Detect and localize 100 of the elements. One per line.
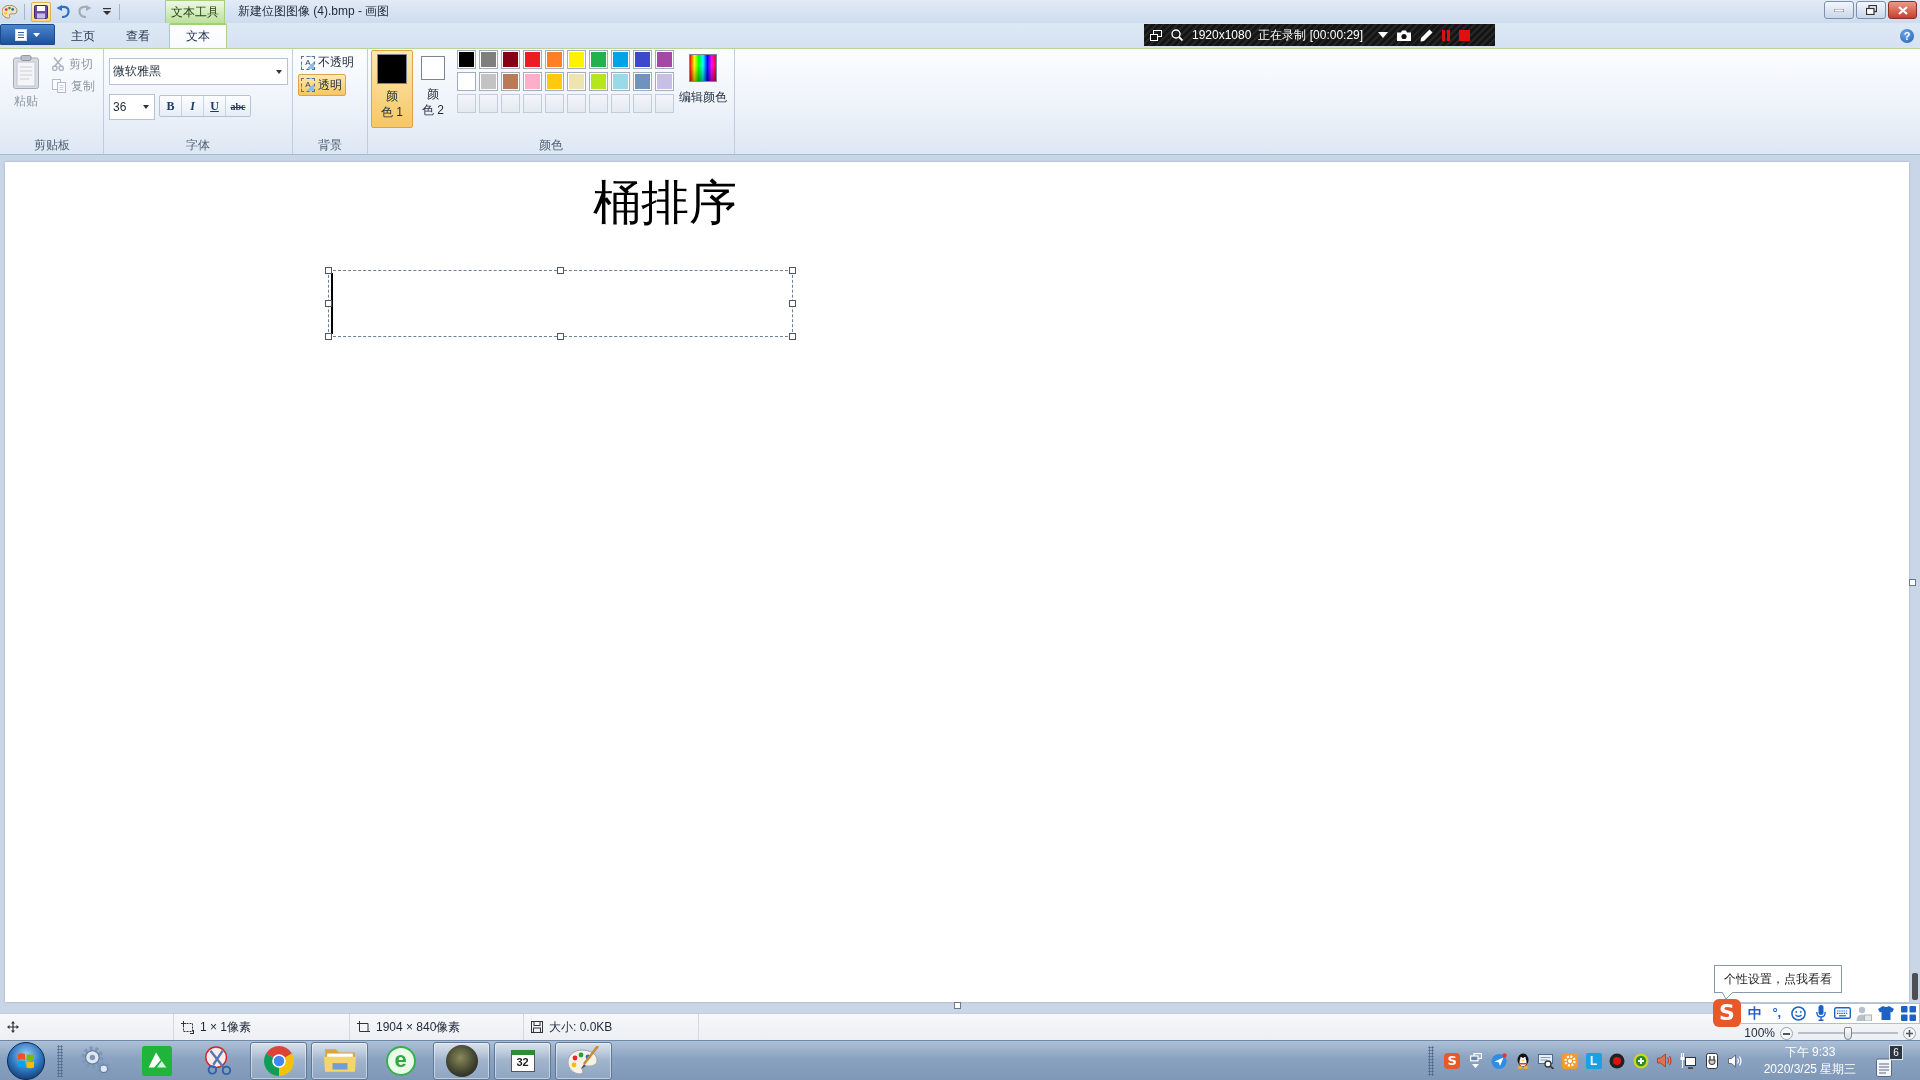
window-icon[interactable] — [1150, 29, 1162, 41]
empty-color-slot[interactable] — [633, 94, 652, 113]
empty-color-slot[interactable] — [611, 94, 630, 113]
color-swatch[interactable] — [501, 50, 520, 69]
stop-icon[interactable] — [1459, 29, 1471, 41]
color-swatch[interactable] — [523, 50, 542, 69]
color-swatch[interactable] — [545, 72, 564, 91]
color-swatch[interactable] — [479, 72, 498, 91]
edit-colors-button[interactable]: 编辑颜色 — [677, 50, 729, 106]
resize-handle[interactable] — [325, 333, 332, 340]
record-icon[interactable] — [1609, 1052, 1626, 1069]
group-label: 背景 — [317, 137, 343, 154]
empty-color-slot[interactable] — [655, 94, 674, 113]
color-swatch[interactable] — [633, 72, 652, 91]
search-icon[interactable] — [1171, 29, 1183, 41]
taskbar-button[interactable] — [311, 1041, 368, 1080]
plus-circle-icon[interactable] — [1632, 1052, 1649, 1069]
color-swatch[interactable] — [655, 72, 674, 91]
undo-arrow-icon — [56, 5, 70, 18]
zoom-out-button[interactable] — [1780, 1027, 1793, 1040]
penguin-icon[interactable] — [1515, 1052, 1530, 1069]
underline-button[interactable]: U — [204, 96, 226, 116]
color-slot-button[interactable]: 颜色 2 — [418, 50, 448, 128]
restore-button[interactable] — [1856, 1, 1886, 19]
background-option[interactable]: A 不透明 — [298, 53, 358, 72]
zoom-in-button[interactable] — [1903, 1027, 1916, 1040]
punctuation-toggle[interactable]: °, — [1772, 1005, 1782, 1021]
smiley-icon[interactable] — [1791, 1005, 1807, 1021]
shirt-icon[interactable] — [1878, 1006, 1895, 1020]
resize-handle[interactable] — [789, 300, 796, 307]
color-swatch[interactable] — [655, 50, 674, 69]
resize-handle[interactable] — [557, 267, 564, 274]
paper-plane-icon[interactable] — [1491, 1052, 1508, 1069]
canvas-resize-handle[interactable] — [954, 1002, 961, 1009]
ribbon-tab[interactable]: 查看 — [114, 24, 162, 48]
empty-color-slot[interactable] — [501, 94, 520, 113]
camera-icon[interactable] — [1397, 29, 1412, 41]
ribbon-tab[interactable]: 主页 — [59, 24, 107, 48]
gear-icon[interactable] — [1562, 1052, 1579, 1069]
color-swatch[interactable] — [479, 50, 498, 69]
color-swatch[interactable] — [457, 50, 476, 69]
color-swatch[interactable] — [567, 50, 586, 69]
empty-color-slot[interactable] — [457, 94, 476, 113]
window-caret-icon[interactable] — [1469, 1053, 1482, 1068]
network-icon[interactable] — [1680, 1052, 1696, 1069]
plug-icon[interactable] — [1705, 1052, 1718, 1069]
restore-icon — [1865, 5, 1877, 15]
italic-button[interactable]: I — [182, 96, 204, 116]
minimize-icon — [1834, 8, 1844, 12]
color-swatch[interactable] — [523, 72, 542, 91]
recording-status: 正在录制 [00:00:29] — [1258, 26, 1364, 44]
caret-down-icon[interactable] — [1378, 32, 1389, 38]
zoom-level-text: 100% — [1743, 1027, 1775, 1040]
background-option[interactable]: A 透明 — [298, 74, 346, 96]
scroll-thumb[interactable] — [1912, 973, 1918, 1000]
empty-color-slot[interactable] — [545, 94, 564, 113]
palette-icon[interactable] — [2, 5, 18, 19]
resize-handle[interactable] — [557, 333, 564, 340]
color-swatch[interactable] — [457, 72, 476, 91]
close-button[interactable] — [1888, 1, 1917, 19]
pencil-icon[interactable] — [1420, 28, 1434, 42]
keyboard-icon[interactable] — [1833, 1007, 1851, 1019]
speaker-icon[interactable] — [1656, 1053, 1672, 1068]
resize-handle[interactable] — [325, 267, 332, 274]
save-button[interactable] — [31, 1, 51, 22]
empty-color-slot[interactable] — [589, 94, 608, 113]
color-swatch[interactable] — [633, 50, 652, 69]
pause-icon[interactable] — [1442, 29, 1451, 41]
resize-handle[interactable] — [789, 267, 796, 274]
taskbar-gripper — [57, 1044, 63, 1077]
file-menu-button[interactable] — [0, 24, 55, 45]
color-slot-button[interactable]: 颜色 1 — [371, 50, 413, 128]
s-logo[interactable]: S — [1713, 999, 1741, 1027]
strikethrough-button[interactable]: abc — [226, 96, 250, 116]
color-swatch[interactable] — [611, 72, 630, 91]
color-swatch[interactable] — [567, 72, 586, 91]
taskbar-button[interactable]: 32 — [494, 1041, 551, 1080]
s-logo[interactable]: S — [1444, 1052, 1461, 1069]
empty-color-slot[interactable] — [567, 94, 586, 113]
canvas-resize-handle[interactable] — [1909, 579, 1916, 586]
font-family-dropdown[interactable]: 微软雅黑 — [109, 58, 288, 85]
ribbon-tab[interactable]: 文本 — [169, 23, 227, 48]
color-swatch[interactable] — [589, 72, 608, 91]
taskbar-button[interactable] — [433, 1041, 490, 1080]
color-swatch[interactable] — [545, 50, 564, 69]
color-swatch[interactable] — [589, 50, 608, 69]
resize-handle[interactable] — [789, 333, 796, 340]
microphone-icon[interactable] — [1815, 1005, 1826, 1021]
bold-button[interactable]: B — [160, 96, 182, 116]
color-swatch[interactable] — [611, 50, 630, 69]
empty-color-slot[interactable] — [479, 94, 498, 113]
font-size-dropdown[interactable]: 36 — [109, 94, 155, 120]
volume-icon[interactable] — [1727, 1053, 1743, 1068]
color-swatch[interactable] — [501, 72, 520, 91]
monitor-magnifier-icon[interactable] — [1538, 1052, 1555, 1069]
start-button[interactable] — [7, 1041, 45, 1080]
grid-icon[interactable] — [1900, 1005, 1916, 1021]
resize-handle[interactable] — [325, 300, 332, 307]
empty-color-slot[interactable] — [523, 94, 542, 113]
input-mode-toggle[interactable]: 中 — [1747, 1005, 1762, 1021]
